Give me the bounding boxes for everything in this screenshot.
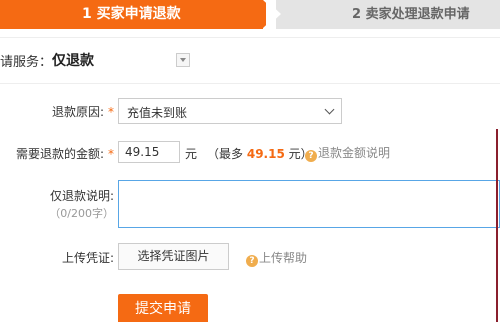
divider xyxy=(0,37,500,38)
service-label: 请服务： xyxy=(0,55,53,70)
refund-description-label: 仅退款说明: xyxy=(49,189,114,203)
chevron-down-icon xyxy=(180,58,186,62)
chevron-down-icon xyxy=(324,104,335,115)
help-icon: ? xyxy=(246,255,258,267)
step-2-label: 2 卖家处理退款申请 xyxy=(352,7,470,22)
refund-amount-input[interactable]: 49.15 xyxy=(118,141,180,163)
service-dropdown-button[interactable] xyxy=(176,53,190,67)
refund-reason-select[interactable]: 充值未到账 xyxy=(118,98,342,124)
divider xyxy=(0,83,500,84)
select-image-button[interactable]: 选择凭证图片 xyxy=(118,243,229,270)
currency-unit: 元 xyxy=(185,147,198,161)
required-mark: * xyxy=(108,105,114,119)
progress-steps: 1 买家申请退款 2 卖家处理退款申请 xyxy=(0,0,500,29)
description-char-counter: （0/200字） xyxy=(49,207,114,220)
amount-help-link[interactable]: ? 退款金额说明 xyxy=(305,144,390,162)
refund-reason-value: 充值未到账 xyxy=(127,106,188,120)
required-mark: * xyxy=(108,147,114,161)
help-icon: ? xyxy=(305,150,317,162)
side-edge-line xyxy=(496,129,500,322)
refund-reason-label: 退款原因: * xyxy=(51,105,114,119)
max-amount-value: 49.15 xyxy=(246,147,285,161)
submit-button[interactable]: 提交申请 xyxy=(118,294,208,322)
upload-label: 上传凭证: xyxy=(61,251,114,265)
step-1-label: 1 买家申请退款 xyxy=(82,6,181,22)
refund-description-textarea[interactable] xyxy=(118,180,500,228)
service-value: 仅退款 xyxy=(52,53,94,69)
upload-help-link[interactable]: ? 上传帮助 xyxy=(246,249,307,267)
refund-amount-label: 需要退款的金额: * xyxy=(15,147,114,161)
step-separator xyxy=(266,0,281,28)
max-amount-note: （最多 49.15 元） xyxy=(207,147,313,161)
